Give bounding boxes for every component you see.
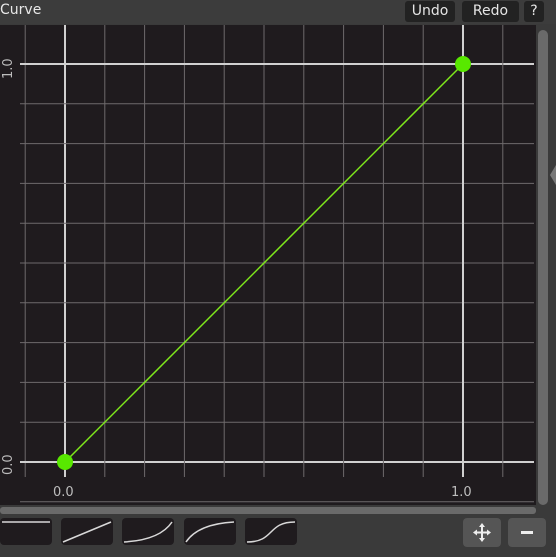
remove-point-icon — [521, 531, 533, 534]
ease-out-curve-icon — [185, 521, 235, 543]
redo-button[interactable]: Redo — [462, 1, 519, 22]
move-point-icon — [473, 523, 491, 542]
preset-s-curve-button[interactable] — [245, 518, 297, 545]
curve-point-end[interactable] — [455, 56, 471, 72]
preset-ease-in-button[interactable] — [122, 518, 174, 545]
panel-header: Curve Undo Redo ? — [0, 0, 556, 24]
help-button[interactable]: ? — [524, 1, 544, 22]
curve-graph[interactable]: 1.0 0.0 0.0 1.0 — [0, 25, 536, 505]
x-tick-left: 0.0 — [53, 485, 74, 500]
s-curve-icon — [246, 521, 296, 543]
ease-in-curve-icon — [123, 521, 173, 543]
curve-editor[interactable]: 1.0 0.0 0.0 1.0 — [0, 25, 536, 505]
vertical-scrollbar[interactable] — [538, 30, 548, 505]
remove-point-button[interactable] — [508, 518, 546, 547]
preset-ease-out-button[interactable] — [184, 518, 236, 545]
y-tick-top: 1.0 — [1, 58, 16, 79]
linear-curve-icon — [62, 521, 112, 543]
curve-point-start[interactable] — [57, 454, 73, 470]
y-tick-bottom: 0.0 — [1, 454, 16, 475]
preset-linear-button[interactable] — [61, 518, 113, 545]
move-point-button[interactable] — [463, 518, 501, 547]
panel-collapse-arrow-icon[interactable] — [550, 165, 556, 185]
flat-curve-icon — [2, 521, 50, 523]
panel-title: Curve — [0, 2, 42, 18]
x-tick-right: 1.0 — [451, 485, 472, 500]
preset-flat-button[interactable] — [0, 518, 52, 545]
horizontal-scrollbar[interactable] — [0, 507, 536, 514]
undo-button[interactable]: Undo — [405, 1, 455, 22]
